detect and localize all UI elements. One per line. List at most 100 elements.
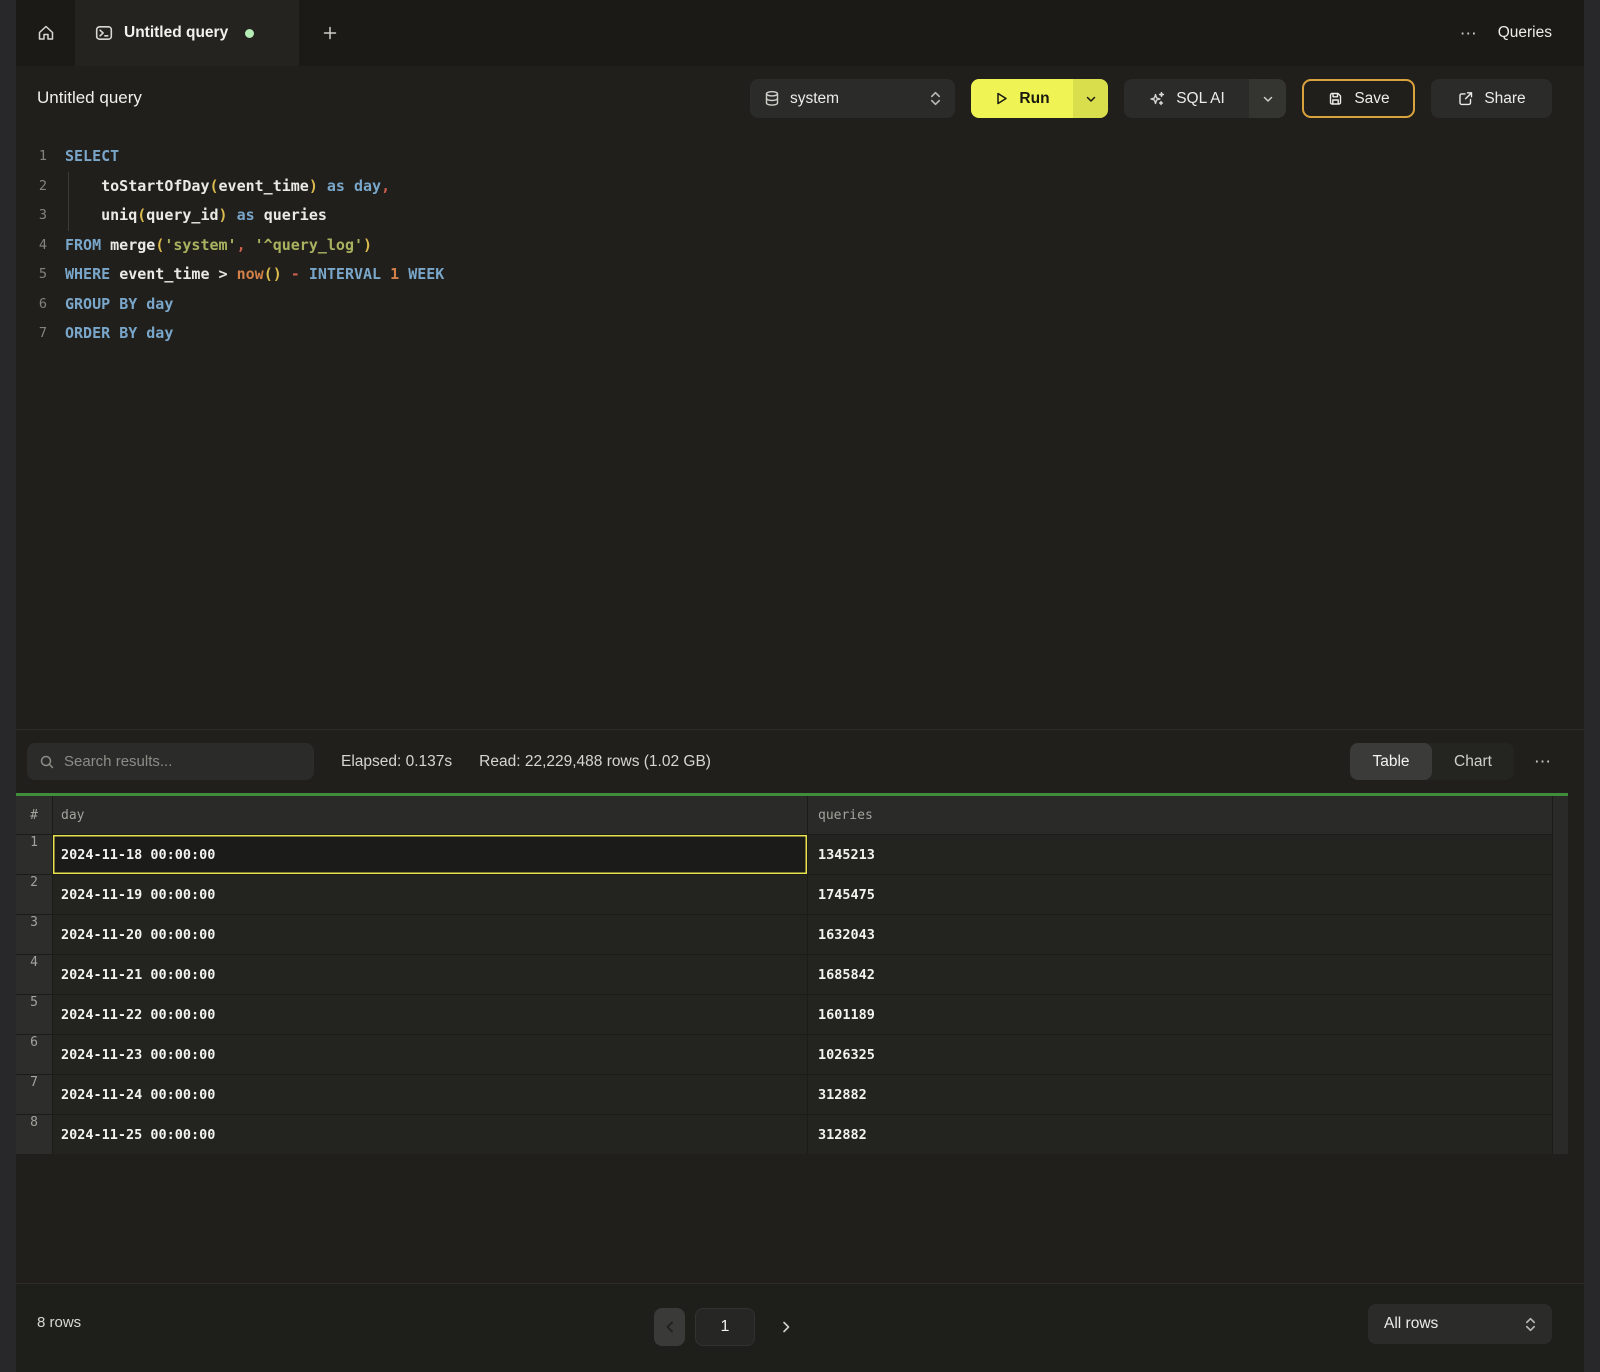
run-button[interactable]: Run	[971, 79, 1073, 118]
cell-queries[interactable]: 1632043	[808, 915, 1552, 954]
plus-icon	[321, 24, 339, 42]
main-surface: Untitled query ⋯ Queries Untitled query	[16, 0, 1584, 1372]
row-number: 2	[16, 875, 53, 914]
cell-queries[interactable]: 1601189	[808, 995, 1552, 1034]
sql-console-window: Untitled query ⋯ Queries Untitled query	[0, 0, 1600, 1372]
pagination: 1	[654, 1308, 801, 1346]
view-toggle: Table Chart	[1350, 743, 1514, 780]
line-number: 7	[16, 319, 47, 349]
database-icon	[764, 90, 780, 107]
sql-ai-button[interactable]: SQL AI	[1124, 79, 1249, 118]
code-token: )	[363, 236, 372, 254]
view-table-button[interactable]: Table	[1350, 743, 1432, 780]
save-button[interactable]: Save	[1302, 79, 1415, 118]
page-title: Untitled query	[37, 88, 142, 108]
chevron-left-icon	[665, 1321, 675, 1333]
code-token	[65, 206, 101, 224]
sql-editor[interactable]: 1SELECT2 toStartOfDay(event_time) as day…	[16, 131, 1584, 729]
cell-day[interactable]: 2024-11-23 00:00:00	[53, 1035, 808, 1074]
row-number: 4	[16, 955, 53, 994]
current-page-button[interactable]: 1	[695, 1308, 755, 1346]
updown-chevron-icon	[1525, 1316, 1536, 1333]
search-results-input[interactable]	[64, 753, 302, 770]
cell-queries[interactable]: 1745475	[808, 875, 1552, 914]
cell-day[interactable]: 2024-11-20 00:00:00	[53, 915, 808, 954]
results-footer: 8 rows 1	[16, 1283, 1584, 1372]
column-header-index[interactable]: #	[16, 796, 53, 834]
table-row[interactable]: 52024-11-22 00:00:001601189	[16, 994, 1552, 1034]
table-scrollbar-track[interactable]	[1552, 796, 1568, 1154]
row-number: 8	[16, 1115, 53, 1154]
table-row[interactable]: 42024-11-21 00:00:001685842	[16, 954, 1552, 994]
code-token: BY	[119, 324, 137, 342]
column-header-day[interactable]: day	[53, 796, 808, 834]
cell-day[interactable]: 2024-11-22 00:00:00	[53, 995, 808, 1034]
topbar-overflow-menu-icon[interactable]: ⋯	[1460, 25, 1478, 42]
cell-queries[interactable]: 1685842	[808, 955, 1552, 994]
table-row[interactable]: 72024-11-24 00:00:00312882	[16, 1074, 1552, 1114]
cell-queries[interactable]: 312882	[808, 1115, 1552, 1154]
prev-page-button[interactable]	[654, 1308, 685, 1346]
code-token	[381, 265, 390, 283]
toolbar-actions: system Run	[750, 79, 1552, 118]
code-token	[282, 265, 291, 283]
cell-queries[interactable]: 1026325	[808, 1035, 1552, 1074]
table-row[interactable]: 82024-11-25 00:00:00312882	[16, 1114, 1552, 1154]
code-text: toStartOfDay(event_time) as day,	[47, 172, 390, 202]
code-token: 1	[390, 265, 399, 283]
table-row[interactable]: 12024-11-18 00:00:001345213	[16, 834, 1552, 874]
cell-day[interactable]: 2024-11-25 00:00:00	[53, 1115, 808, 1154]
code-token: GROUP	[65, 295, 110, 313]
row-number: 6	[16, 1035, 53, 1074]
search-box	[27, 743, 314, 780]
cell-day[interactable]: 2024-11-24 00:00:00	[53, 1075, 808, 1114]
run-options-button[interactable]	[1073, 79, 1108, 118]
unsaved-indicator-dot	[245, 29, 254, 38]
table-row[interactable]: 22024-11-19 00:00:001745475	[16, 874, 1552, 914]
next-page-button[interactable]	[771, 1308, 801, 1346]
tab-untitled-query[interactable]: Untitled query	[75, 0, 299, 66]
database-selector-value: system	[790, 90, 920, 108]
code-token	[65, 177, 101, 195]
database-selector[interactable]: system	[750, 79, 955, 118]
share-button[interactable]: Share	[1431, 79, 1552, 118]
code-token: query_id	[146, 206, 218, 224]
home-button[interactable]	[16, 0, 75, 66]
page-size-value: All rows	[1384, 1315, 1515, 1333]
code-token: INTERVAL	[309, 265, 381, 283]
cell-day[interactable]: 2024-11-18 00:00:00	[53, 835, 808, 874]
code-token: ,	[381, 177, 390, 195]
page-size-selector[interactable]: All rows	[1368, 1304, 1552, 1344]
code-token: toStartOfDay	[101, 177, 209, 195]
code-token: )	[219, 206, 228, 224]
code-token: merge	[110, 236, 155, 254]
sql-ai-options-button[interactable]	[1249, 79, 1286, 118]
code-token: BY	[119, 295, 137, 313]
cell-queries[interactable]: 1345213	[808, 835, 1552, 874]
code-text: WHERE event_time > now() - INTERVAL 1 WE…	[47, 260, 444, 290]
column-header-queries[interactable]: queries	[808, 796, 1552, 834]
table-header-row: # day queries	[16, 796, 1552, 834]
sql-ai-label: SQL AI	[1176, 90, 1225, 108]
code-token: as	[237, 206, 255, 224]
view-chart-button[interactable]: Chart	[1432, 743, 1514, 780]
save-label: Save	[1354, 90, 1389, 108]
code-token: WHERE	[65, 265, 110, 283]
code-line: 7ORDER BY day	[16, 319, 1584, 349]
code-token	[399, 265, 408, 283]
table-row[interactable]: 62024-11-23 00:00:001026325	[16, 1034, 1552, 1074]
queries-button[interactable]: Queries	[1498, 24, 1552, 42]
cell-queries[interactable]: 312882	[808, 1075, 1552, 1114]
cell-day[interactable]: 2024-11-19 00:00:00	[53, 875, 808, 914]
row-number: 5	[16, 995, 53, 1034]
code-token: queries	[264, 206, 327, 224]
run-label: Run	[1019, 90, 1049, 108]
new-tab-button[interactable]	[299, 0, 360, 66]
code-token: day	[354, 177, 381, 195]
table-row[interactable]: 32024-11-20 00:00:001632043	[16, 914, 1552, 954]
results-overflow-menu-icon[interactable]: ⋯	[1534, 753, 1552, 770]
cell-day[interactable]: 2024-11-21 00:00:00	[53, 955, 808, 994]
terminal-icon	[95, 24, 113, 42]
table-body: 12024-11-18 00:00:00134521322024-11-19 0…	[16, 834, 1552, 1154]
code-token: day	[146, 295, 173, 313]
